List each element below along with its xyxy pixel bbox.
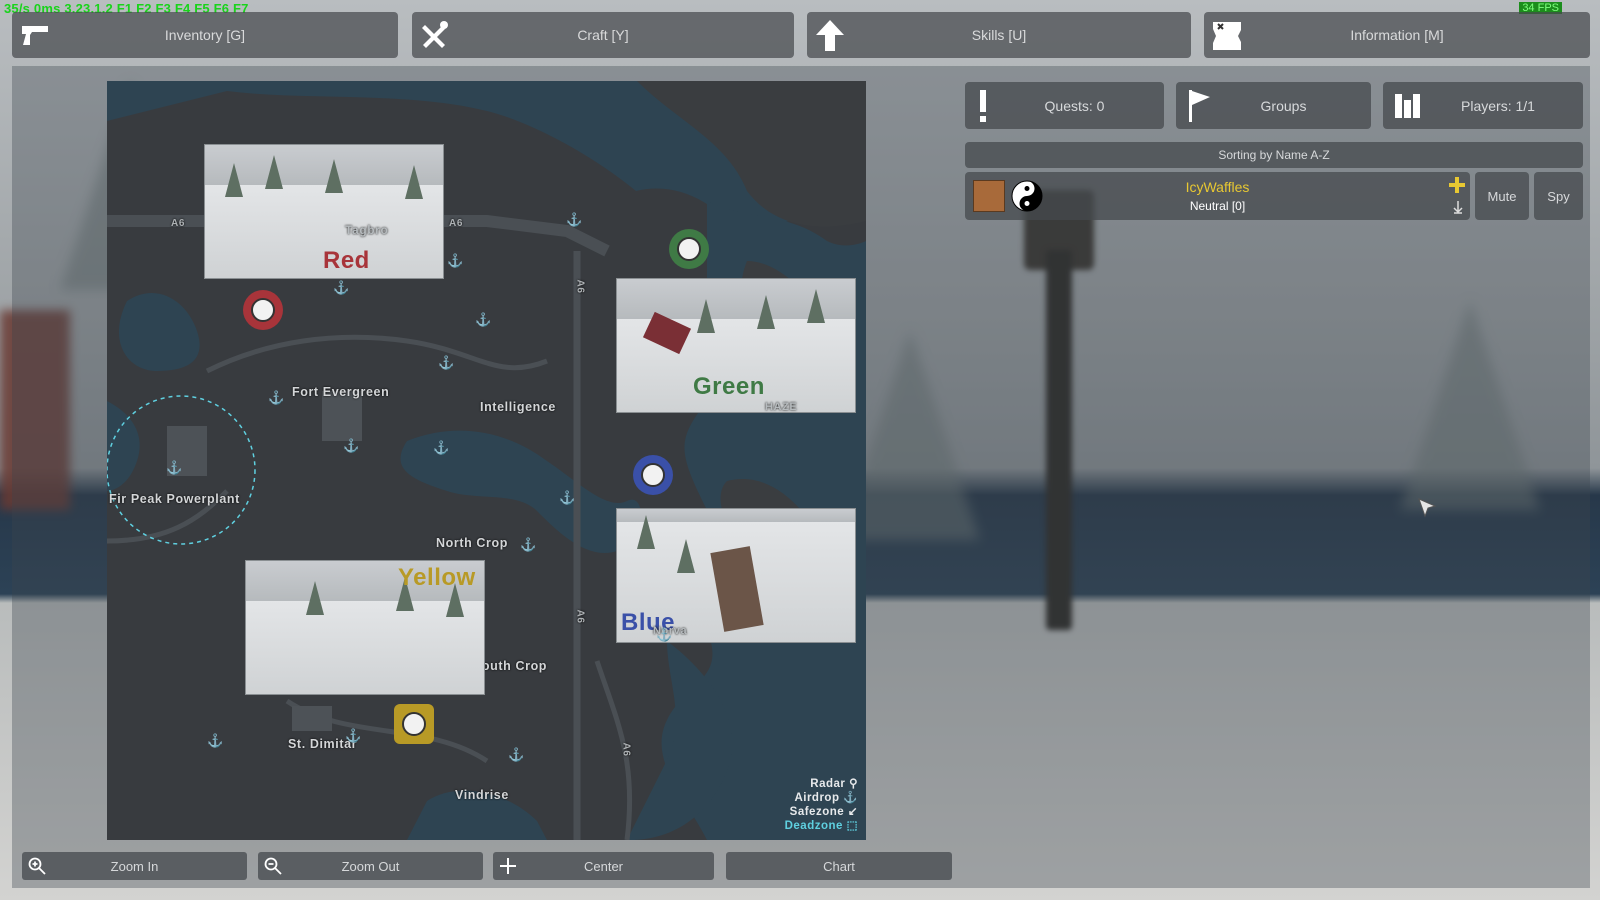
mouse-cursor-icon — [1418, 498, 1437, 518]
intelligence-label: Intelligence — [480, 400, 556, 414]
red-team-marker[interactable] — [243, 290, 283, 330]
chart-label: Chart — [823, 858, 855, 874]
airdrop-icon: ⚓ — [343, 438, 360, 453]
legend-radar: Radar ⚲ — [810, 778, 858, 790]
airdrop-icon: ⚓ — [520, 537, 537, 552]
craft-button[interactable]: Craft [Y] — [412, 12, 794, 58]
map-icon — [1213, 22, 1241, 50]
red-team-label: Red — [323, 247, 370, 274]
blue-team-photo: Blue Norva — [616, 508, 856, 643]
quests-button[interactable]: Quests: 0 — [965, 82, 1164, 129]
players-button[interactable]: Players: 1/1 — [1383, 82, 1583, 129]
player-name: IcyWaffles — [1185, 179, 1250, 195]
fort-evergreen-label: Fort Evergreen — [292, 385, 390, 399]
yellow-team-label: Yellow — [398, 564, 476, 591]
airdrop-icon: ⚓ — [345, 728, 362, 743]
flag-icon — [1189, 90, 1210, 122]
airdrop-small-icon — [1453, 201, 1463, 214]
zoom-out-button[interactable]: Zoom Out — [258, 852, 483, 880]
airdrop-icon: ⚓ — [566, 212, 583, 227]
information-button[interactable]: Information [M] — [1204, 12, 1590, 58]
airdrop-icon: ⚓ — [559, 490, 576, 505]
arrow-up-icon — [816, 20, 844, 51]
chart-button[interactable]: Chart — [726, 852, 952, 880]
legend-safezone: Safezone ↙ — [789, 806, 858, 818]
airdrop-icon: ⚓ — [508, 747, 525, 762]
plus-icon[interactable] — [1448, 176, 1466, 194]
player-status: Neutral [0] — [1189, 199, 1246, 213]
yellow-team-marker[interactable] — [394, 704, 434, 744]
fir-peak-label: Fir Peak Powerplant — [109, 492, 240, 506]
airdrop-icon: ⚓ — [166, 460, 183, 475]
pistol-icon — [22, 26, 48, 45]
craft-label: Craft [Y] — [577, 27, 629, 43]
haze-label: HAZE — [765, 401, 798, 413]
red-team-photo: Tagbro Red — [204, 144, 444, 279]
skills-label: Skills [U] — [971, 27, 1027, 43]
spy-button[interactable]: Spy — [1534, 172, 1583, 220]
zoom-in-icon — [28, 857, 46, 875]
road-label: A6 — [171, 218, 185, 229]
airdrop-icon: ⚓ — [447, 253, 464, 268]
yellow-team-photo: Yellow — [245, 560, 485, 695]
information-label: Information [M] — [1350, 27, 1444, 43]
airdrop-icon: ⚓ — [333, 280, 350, 295]
airdrop-icon: ⚓ — [475, 312, 492, 327]
player-avatar — [973, 180, 1005, 212]
road-label: A6 — [620, 742, 632, 757]
road-label: A6 — [574, 609, 586, 624]
mute-button[interactable]: Mute — [1475, 172, 1529, 220]
airdrop-icon: ⚓ — [433, 440, 450, 455]
legend-deadzone: Deadzone ⬚ — [784, 820, 858, 832]
sorting-button[interactable]: Sorting by Name A-Z — [965, 142, 1583, 168]
spy-label: Spy — [1547, 188, 1570, 204]
tools-icon — [422, 21, 448, 48]
vindrise-label: Vindrise — [455, 788, 509, 802]
world-map[interactable]: Fort Evergreen Fir Peak Powerplant Intel… — [107, 81, 866, 840]
zoom-out-icon — [264, 857, 282, 875]
sorting-label: Sorting by Name A-Z — [1218, 148, 1330, 162]
player-row[interactable]: IcyWaffles Neutral [0] — [965, 172, 1470, 220]
quests-label: Quests: 0 — [1044, 97, 1105, 114]
yin-yang-icon — [1011, 180, 1043, 212]
north-crop-label: North Crop — [436, 536, 508, 550]
legend-airdrop: Airdrop ⚓ — [794, 792, 858, 804]
green-team-label: Green — [693, 373, 765, 400]
groups-button[interactable]: Groups — [1176, 82, 1371, 129]
plus-cross-icon — [500, 858, 516, 874]
inventory-button[interactable]: Inventory [G] — [12, 12, 398, 58]
blue-team-marker[interactable] — [633, 455, 673, 495]
zoom-in-button[interactable]: Zoom In — [22, 852, 247, 880]
airdrop-icon: ⚓ — [438, 355, 455, 370]
players-icon — [1395, 94, 1420, 118]
mute-label: Mute — [1487, 188, 1517, 204]
airdrop-icon: ⚓ — [268, 390, 285, 405]
center-button[interactable]: Center — [493, 852, 714, 880]
exclamation-icon — [980, 90, 986, 122]
tagbro-label: Tagbro — [345, 223, 389, 237]
zoom-out-label: Zoom Out — [341, 858, 400, 874]
center-label: Center — [583, 858, 624, 874]
airdrop-icon: ⚓ — [656, 627, 673, 642]
green-team-marker[interactable] — [669, 229, 709, 269]
inventory-label: Inventory [G] — [164, 27, 246, 43]
players-label: Players: 1/1 — [1461, 97, 1535, 114]
groups-label: Groups — [1260, 97, 1307, 114]
road-label: A6 — [449, 218, 463, 229]
road-label: A6 — [574, 279, 586, 294]
airdrop-icon: ⚓ — [207, 733, 224, 748]
skills-button[interactable]: Skills [U] — [807, 12, 1191, 58]
zoom-in-label: Zoom In — [110, 858, 159, 874]
green-team-photo: Green HAZE — [616, 278, 856, 413]
